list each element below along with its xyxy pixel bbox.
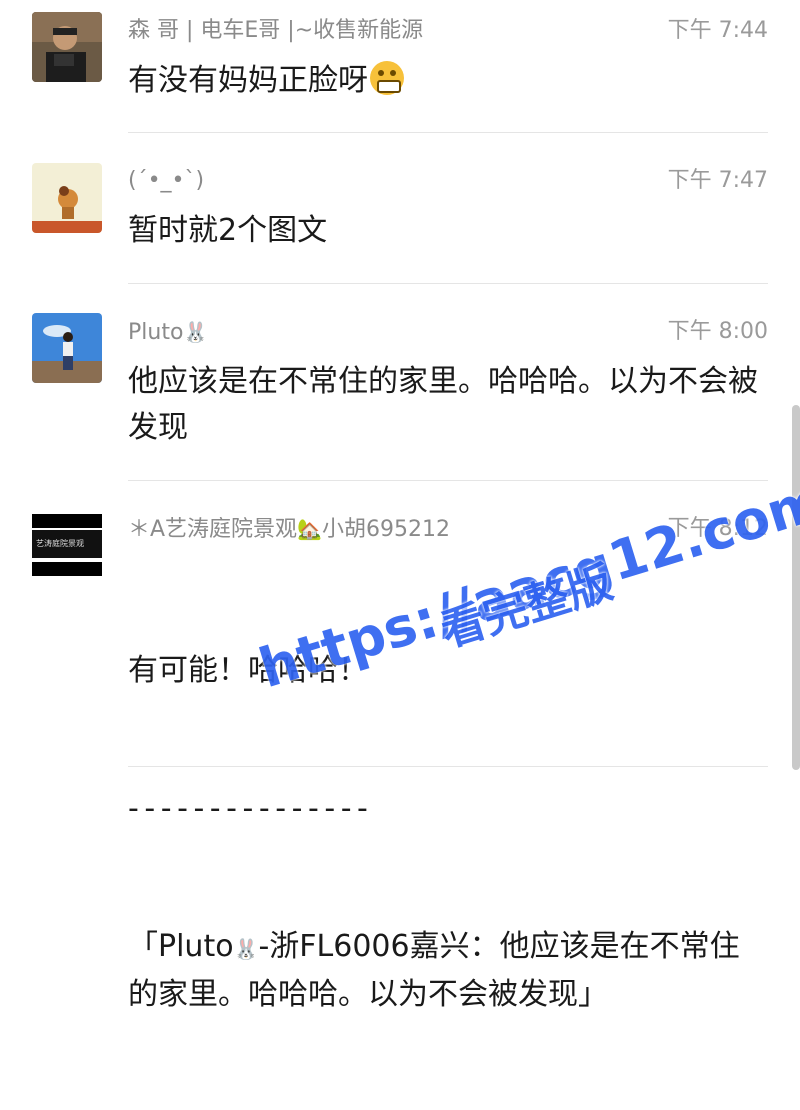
message-time: 下午 8:00	[667, 319, 768, 344]
message-time: 下午 8:12	[667, 516, 768, 541]
grinning-emoji-icon	[370, 61, 404, 95]
sender-name: ＊A艺涛庭院景观🏡小胡695212	[128, 514, 450, 545]
scrollbar[interactable]	[792, 405, 800, 770]
message-text: 他应该是在不常住的家里。哈哈哈。以为不会被发现	[128, 364, 758, 445]
sender-name: Pluto🐰	[128, 317, 208, 348]
message-text-content: 有没有妈妈正脸呀	[128, 63, 368, 98]
house-tree-icon: 🏡	[297, 517, 322, 541]
divider	[128, 480, 768, 481]
avatar[interactable]: 艺涛庭院景观	[32, 510, 102, 580]
message-text: 有没有妈妈正脸呀	[128, 58, 768, 104]
message-text: 有可能！哈哈哈！ - - - - - - - - - - - - - - - 「…	[128, 556, 768, 1110]
avatar[interactable]	[32, 12, 102, 82]
message-text: 暂时就2个图文	[128, 213, 328, 248]
bunny-icon: 🐰	[183, 320, 209, 344]
avatar-photo-icon	[32, 12, 102, 82]
avatar[interactable]	[32, 163, 102, 233]
message-time: 下午 7:47	[667, 168, 768, 193]
message-text-line: 有可能！哈哈哈！	[128, 653, 368, 688]
divider	[128, 283, 768, 284]
sender-name-text: Pluto	[128, 320, 184, 345]
sender-name: (´•_•`)	[128, 168, 205, 193]
divider	[128, 766, 768, 767]
divider	[128, 132, 768, 133]
message-time: 下午 7:44	[667, 18, 768, 43]
sender-name: 森 哥 | 电车E哥 |~收售新能源	[128, 18, 424, 43]
avatar-logo-text: 艺涛庭院景观	[36, 539, 84, 548]
avatar[interactable]	[32, 313, 102, 383]
quote-separator: - - - - - - - - - - - - - - -	[128, 791, 368, 826]
avatar-cartoon-icon	[32, 163, 102, 233]
sender-name-prefix: ＊A艺涛庭院景观	[128, 517, 298, 542]
sender-name-suffix: 小胡695212	[321, 517, 450, 542]
bunny-icon: 🐰	[233, 937, 259, 961]
quote-prefix: 「Pluto	[128, 929, 234, 964]
quoted-message: 「Pluto🐰-浙FL6006嘉兴：他应该是在不常住的家里。哈哈哈。以为不会被发…	[128, 924, 768, 1018]
avatar-person-sky-icon	[32, 313, 102, 383]
